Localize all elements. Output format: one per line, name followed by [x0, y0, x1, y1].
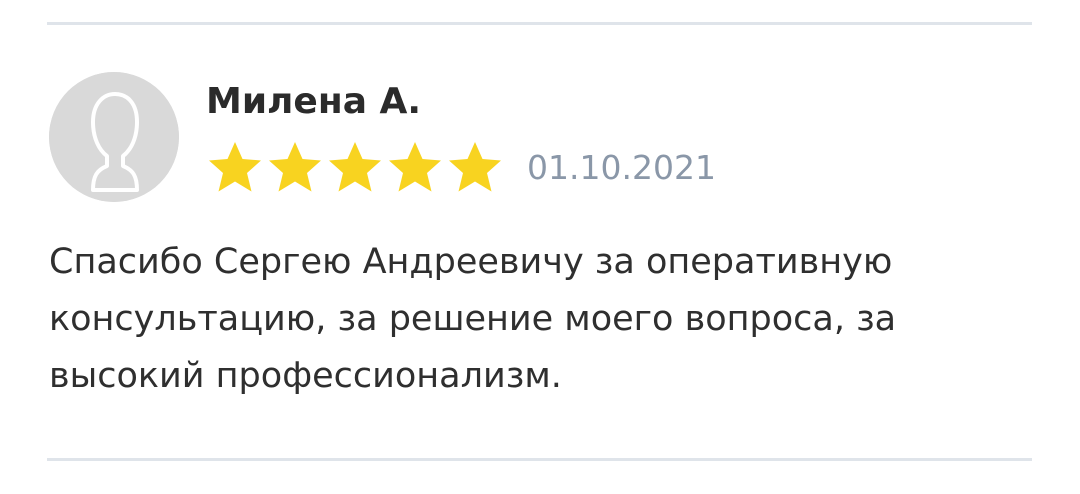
star-icon	[209, 142, 261, 192]
user-silhouette-icon	[49, 72, 179, 202]
star-icon	[389, 142, 441, 192]
author-name: Милена А.	[206, 81, 422, 122]
star-icon	[329, 142, 381, 192]
rating-stars	[205, 139, 505, 195]
avatar	[49, 72, 179, 202]
review-date: 01.10.2021	[527, 148, 716, 187]
star-icon	[269, 142, 321, 192]
top-divider	[47, 22, 1032, 25]
bottom-divider	[47, 458, 1032, 461]
review-text: Спасибо Сергею Андреевичу за оперативную…	[49, 242, 897, 396]
star-icon	[449, 142, 501, 192]
